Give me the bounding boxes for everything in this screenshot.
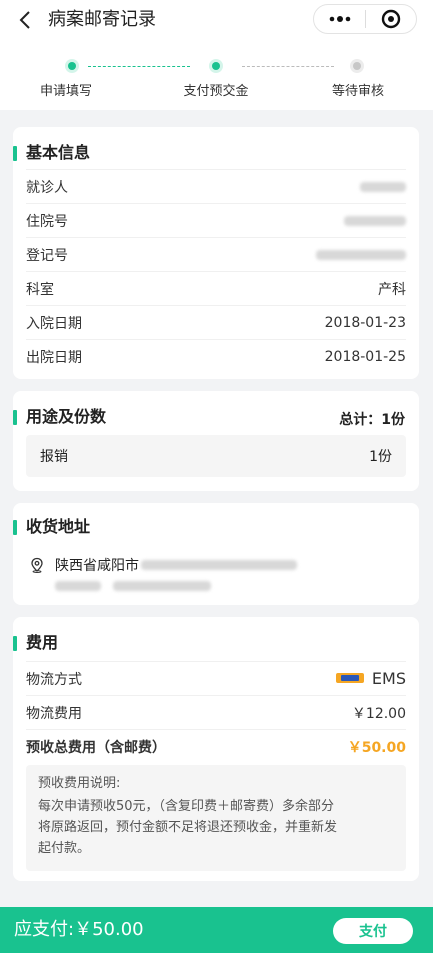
more-menu-button[interactable] [314,5,365,33]
step-dot-icon [350,59,364,73]
pay-button[interactable]: 支付 [333,918,413,944]
row-label: 入院日期 [26,315,82,332]
row-label: 预收总费用（含邮费） [26,739,166,756]
amount-due: 应支付:￥50.00 [14,919,144,940]
fee-row-prepay: 预收总费用（含邮费） ￥50.00 [26,729,406,763]
info-row-department: 科室 产科 [26,271,406,305]
prepay-note: 预收费用说明: 每次申请预收50元，（含复印费＋邮寄费）多余部分 将原路返回，预… [26,765,406,871]
note-text: 将原路返回，预付金额不足将退还预收金，并重新发 [38,820,338,835]
row-label: 住院号 [26,213,68,230]
target-icon [381,9,401,29]
note-heading: 预收费用说明: [38,776,121,791]
redacted-value [360,181,406,192]
info-row-admission-date: 入院日期 2018-01-23 [26,305,406,339]
info-row-inpatient-no: 住院号 [26,203,406,237]
info-row-register-no: 登记号 [26,237,406,271]
close-mini-program-button[interactable] [366,5,416,33]
row-label: 就诊人 [26,179,68,196]
prepay-amount: ￥50.00 [347,739,406,756]
redacted-address [141,560,297,570]
usage-card: 用途及份数 总计：1份 报销 1份 [12,391,419,491]
info-row-patient: 就诊人 [26,169,406,203]
step-label: 申请填写 [39,84,92,99]
fee-row-logistics: 物流方式 EMS [26,661,406,695]
row-value: 2018-01-23 [324,314,406,331]
location-pin-icon [31,557,43,573]
nav-bar: 病案邮寄记录 [0,0,433,40]
logistics-value: EMS [335,669,406,688]
redacted-value [316,249,406,260]
note-text: 起付款。 [38,841,91,856]
row-label: 登记号 [26,247,68,264]
step-connector [88,66,190,67]
step-dot-icon [209,59,223,73]
pay-bar: 应支付:￥50.00 支付 [0,907,433,953]
usage-total: 总计：1份 [339,412,405,428]
usage-title: 用途及份数 [12,407,107,426]
address-text: 陕西省咸阳市 [55,558,139,574]
usage-item: 报销 1份 [26,435,406,477]
basic-info-card: 基本信息 就诊人 住院号 登记号 科室 产科 入院日期 2018-01-23 出… [12,127,419,379]
fee-card: 费用 物流方式 EMS 物流费用 ￥12.00 预收总费用（含邮费） ￥50.0… [12,617,419,881]
address-card: 收货地址 陕西省咸阳市 [12,503,419,605]
step-label: 等待审核 [331,84,384,99]
ems-logo-icon [335,672,364,683]
note-text: 每次申请预收50元，（含复印费＋邮寄费）多余部分 [38,799,335,814]
logistics-name: EMS [371,669,406,688]
address-title: 收货地址 [12,517,91,536]
row-label: 出院日期 [26,349,82,366]
usage-item-count: 1份 [369,449,392,465]
basic-info-title: 基本信息 [12,143,91,162]
more-icon [329,16,350,22]
mini-program-capsule [313,4,417,34]
progress-steps: 申请填写 支付预交金 等待审核 [0,40,433,110]
fee-row-shipping: 物流费用 ￥12.00 [26,695,406,729]
row-value: 产科 [378,281,406,298]
step-label: 支付预交金 [183,84,249,99]
row-value: ￥12.00 [351,705,406,722]
fee-title: 费用 [12,633,59,652]
address-line: 陕西省咸阳市 [29,555,297,575]
page-title: 病案邮寄记录 [48,9,156,30]
row-label: 科室 [26,281,54,298]
redacted-address [113,581,211,591]
step-connector [242,66,334,67]
redacted-value [344,215,406,226]
back-icon[interactable] [14,8,38,32]
step-dot-icon [65,59,79,73]
redacted-address [55,581,101,591]
row-value: 2018-01-25 [324,348,406,365]
row-label: 物流费用 [26,705,82,722]
info-row-discharge-date: 出院日期 2018-01-25 [26,339,406,373]
usage-item-label: 报销 [40,449,68,465]
row-label: 物流方式 [26,671,82,688]
